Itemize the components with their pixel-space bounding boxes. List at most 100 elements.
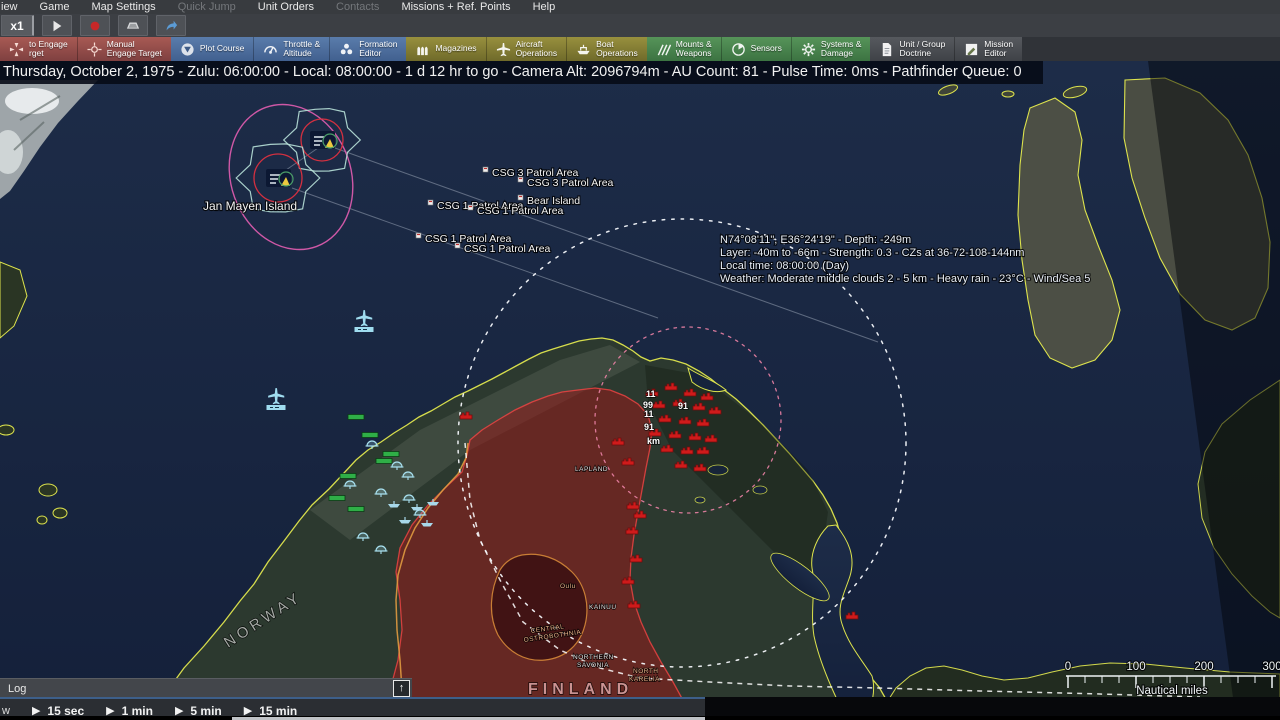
time-bar-prefix: w <box>0 705 10 717</box>
plot-course-icon <box>180 42 195 57</box>
menu-item-contacts: Contacts <box>325 0 390 14</box>
friendly-facility[interactable] <box>348 415 364 420</box>
systems-damage-icon <box>801 42 816 57</box>
tactical-map[interactable]: 1199119191km CSG 3 Patrol AreaCSG 3 Patr… <box>0 61 1280 720</box>
aircraft-operations-button[interactable]: AircraftOperations <box>486 37 567 61</box>
friendly-facility[interactable] <box>348 507 364 512</box>
toolbar-group-red: to Engagerget ManualEngage Target <box>0 37 171 61</box>
engage-auto-icon <box>9 42 24 57</box>
systems-damage-button[interactable]: Systems &Damage <box>791 37 871 61</box>
scale-tick-label: 300 <box>1262 661 1280 673</box>
replay-button[interactable] <box>118 15 148 36</box>
log-expand-button[interactable]: ↑ <box>393 680 410 697</box>
reference-point-label: CSG 1 Patrol Area <box>468 205 564 217</box>
menu-item-unit-orders[interactable]: Unit Orders <box>247 0 325 14</box>
time-compression-button[interactable]: x1 <box>1 15 34 36</box>
play-icon <box>50 19 64 33</box>
toolbar-button-label: Systems &Damage <box>821 40 862 59</box>
menu-bar: iewGameMap SettingsQuick JumpUnit Orders… <box>0 0 1280 14</box>
jump-button[interactable] <box>156 15 186 36</box>
reference-point-label: CSG 3 Patrol Area <box>518 177 614 189</box>
friendly-facility[interactable] <box>376 459 392 464</box>
scale-tick-label: 100 <box>1126 661 1145 673</box>
scale-unit-label: Nautical miles <box>1136 685 1208 697</box>
scale-tick-label: 0 <box>1065 661 1071 673</box>
menu-item-game[interactable]: Game <box>29 0 81 14</box>
menu-item-map-settings[interactable]: Map Settings <box>80 0 166 14</box>
record-button[interactable] <box>80 15 110 36</box>
map-label-kainuu: KAINUU <box>589 604 617 611</box>
boat-operations-button[interactable]: BoatOperations <box>566 37 647 61</box>
map-label-jan-mayen-island: Jan Mayen Island <box>203 199 297 213</box>
manual-engage-target-button[interactable]: ManualEngage Target <box>77 37 171 61</box>
reference-point-marker[interactable] <box>483 167 488 172</box>
svg-text:CSG 1 Patrol Area: CSG 1 Patrol Area <box>477 205 564 217</box>
toolbar-button-label: Unit / GroupDoctrine <box>899 40 945 59</box>
unit-group-doctrine-button[interactable]: Unit / GroupDoctrine <box>870 37 954 61</box>
friendly-facility[interactable] <box>340 474 356 479</box>
reference-point-marker[interactable] <box>428 200 433 205</box>
svg-text:CSG 1 Patrol Area: CSG 1 Patrol Area <box>464 243 551 255</box>
sensors-button[interactable]: Sensors <box>721 37 791 61</box>
cursor-info-line: N74°08'11", E36°24'19" - Depth: -249m <box>720 234 911 246</box>
menu-item-iew[interactable]: iew <box>0 0 29 14</box>
toolbar-group-green: Mounts &Weapons Sensors Systems &Damage <box>647 37 871 61</box>
map-label-oulu: Oulu <box>560 583 576 590</box>
doctrine-icon <box>879 42 894 57</box>
play-button[interactable] <box>42 15 72 36</box>
map-label-north: NORTH <box>633 668 659 675</box>
toolbar-button-label: Plot Course <box>200 44 244 54</box>
formation-editor-button[interactable]: FormationEditor <box>329 37 406 61</box>
toolbar-button-label: FormationEditor <box>359 40 397 59</box>
unit-count-label: km <box>647 436 660 446</box>
reference-point-marker[interactable] <box>416 233 421 238</box>
toolbar-button-label: Throttle &Altitude <box>283 40 320 59</box>
svg-text:CSG 3 Patrol Area: CSG 3 Patrol Area <box>527 177 614 189</box>
reference-point-marker[interactable] <box>518 177 523 182</box>
to-engage-rget-button[interactable]: to Engagerget <box>0 37 77 61</box>
toolbar-button-label: Mounts &Weapons <box>676 40 712 59</box>
status-bar: Thursday, October 2, 1975 - Zulu: 06:00:… <box>0 61 1043 84</box>
sensors-icon <box>731 42 746 57</box>
mission-editor-button[interactable]: MissionEditor <box>954 37 1022 61</box>
main-toolbar: to Engagerget ManualEngage Target Plot Cou… <box>0 37 1280 61</box>
magazines-button[interactable]: Magazines <box>406 37 485 61</box>
map-label-savonia: SAVONIA <box>577 662 609 669</box>
toolbar-button-label: BoatOperations <box>596 40 638 59</box>
boat-ops-icon <box>576 42 591 57</box>
toolbar-button-label: Magazines <box>435 44 476 54</box>
record-icon <box>88 19 102 33</box>
reference-point-marker[interactable] <box>455 243 460 248</box>
unit-count-label: 11 <box>644 409 654 419</box>
replay-icon <box>126 19 140 33</box>
friendly-facility[interactable] <box>362 433 378 438</box>
reference-point-marker[interactable] <box>518 195 523 200</box>
app-window: 1199119191km CSG 3 Patrol AreaCSG 3 Patr… <box>0 0 1280 720</box>
throttle-altitude-button[interactable]: Throttle &Altitude <box>253 37 329 61</box>
menu-item-quick-jump: Quick Jump <box>167 0 247 14</box>
mounts-weapons-button[interactable]: Mounts &Weapons <box>647 37 721 61</box>
plot-course-button[interactable]: Plot Course <box>171 37 253 61</box>
log-panel-title: Log <box>0 683 393 695</box>
jump-icon <box>164 19 178 33</box>
friendly-facility[interactable] <box>329 496 345 501</box>
toolbar-group-gray: Unit / GroupDoctrine MissionEditor <box>870 37 1022 61</box>
reference-point-marker[interactable] <box>468 205 473 210</box>
unit-count-label: 91 <box>678 401 688 411</box>
reference-point-label: CSG 1 Patrol Area <box>455 243 551 255</box>
toolbar-button-label: MissionEditor <box>984 40 1013 59</box>
toolbar-button-label: AircraftOperations <box>516 40 558 59</box>
cursor-info-line: Weather: Moderate middle clouds 2 - 5 km… <box>720 273 1090 285</box>
menu-item-missions-ref-points[interactable]: Missions + Ref. Points <box>390 0 521 14</box>
throttle-icon <box>263 42 278 57</box>
mission-editor-icon <box>964 42 979 57</box>
map-label-lapland: LAPLAND <box>575 466 608 473</box>
friendly-facility[interactable] <box>383 452 399 457</box>
map-label-northern: NORTHERN <box>573 654 614 661</box>
map-label-finland: FINLAND <box>528 681 633 698</box>
menu-item-help[interactable]: Help <box>522 0 567 14</box>
quick-toolbar: x1 <box>0 14 1280 37</box>
aircraft-ops-icon <box>496 42 511 57</box>
map-label-karelia: KARELIA <box>629 676 660 683</box>
toolbar-button-label: ManualEngage Target <box>107 40 162 59</box>
